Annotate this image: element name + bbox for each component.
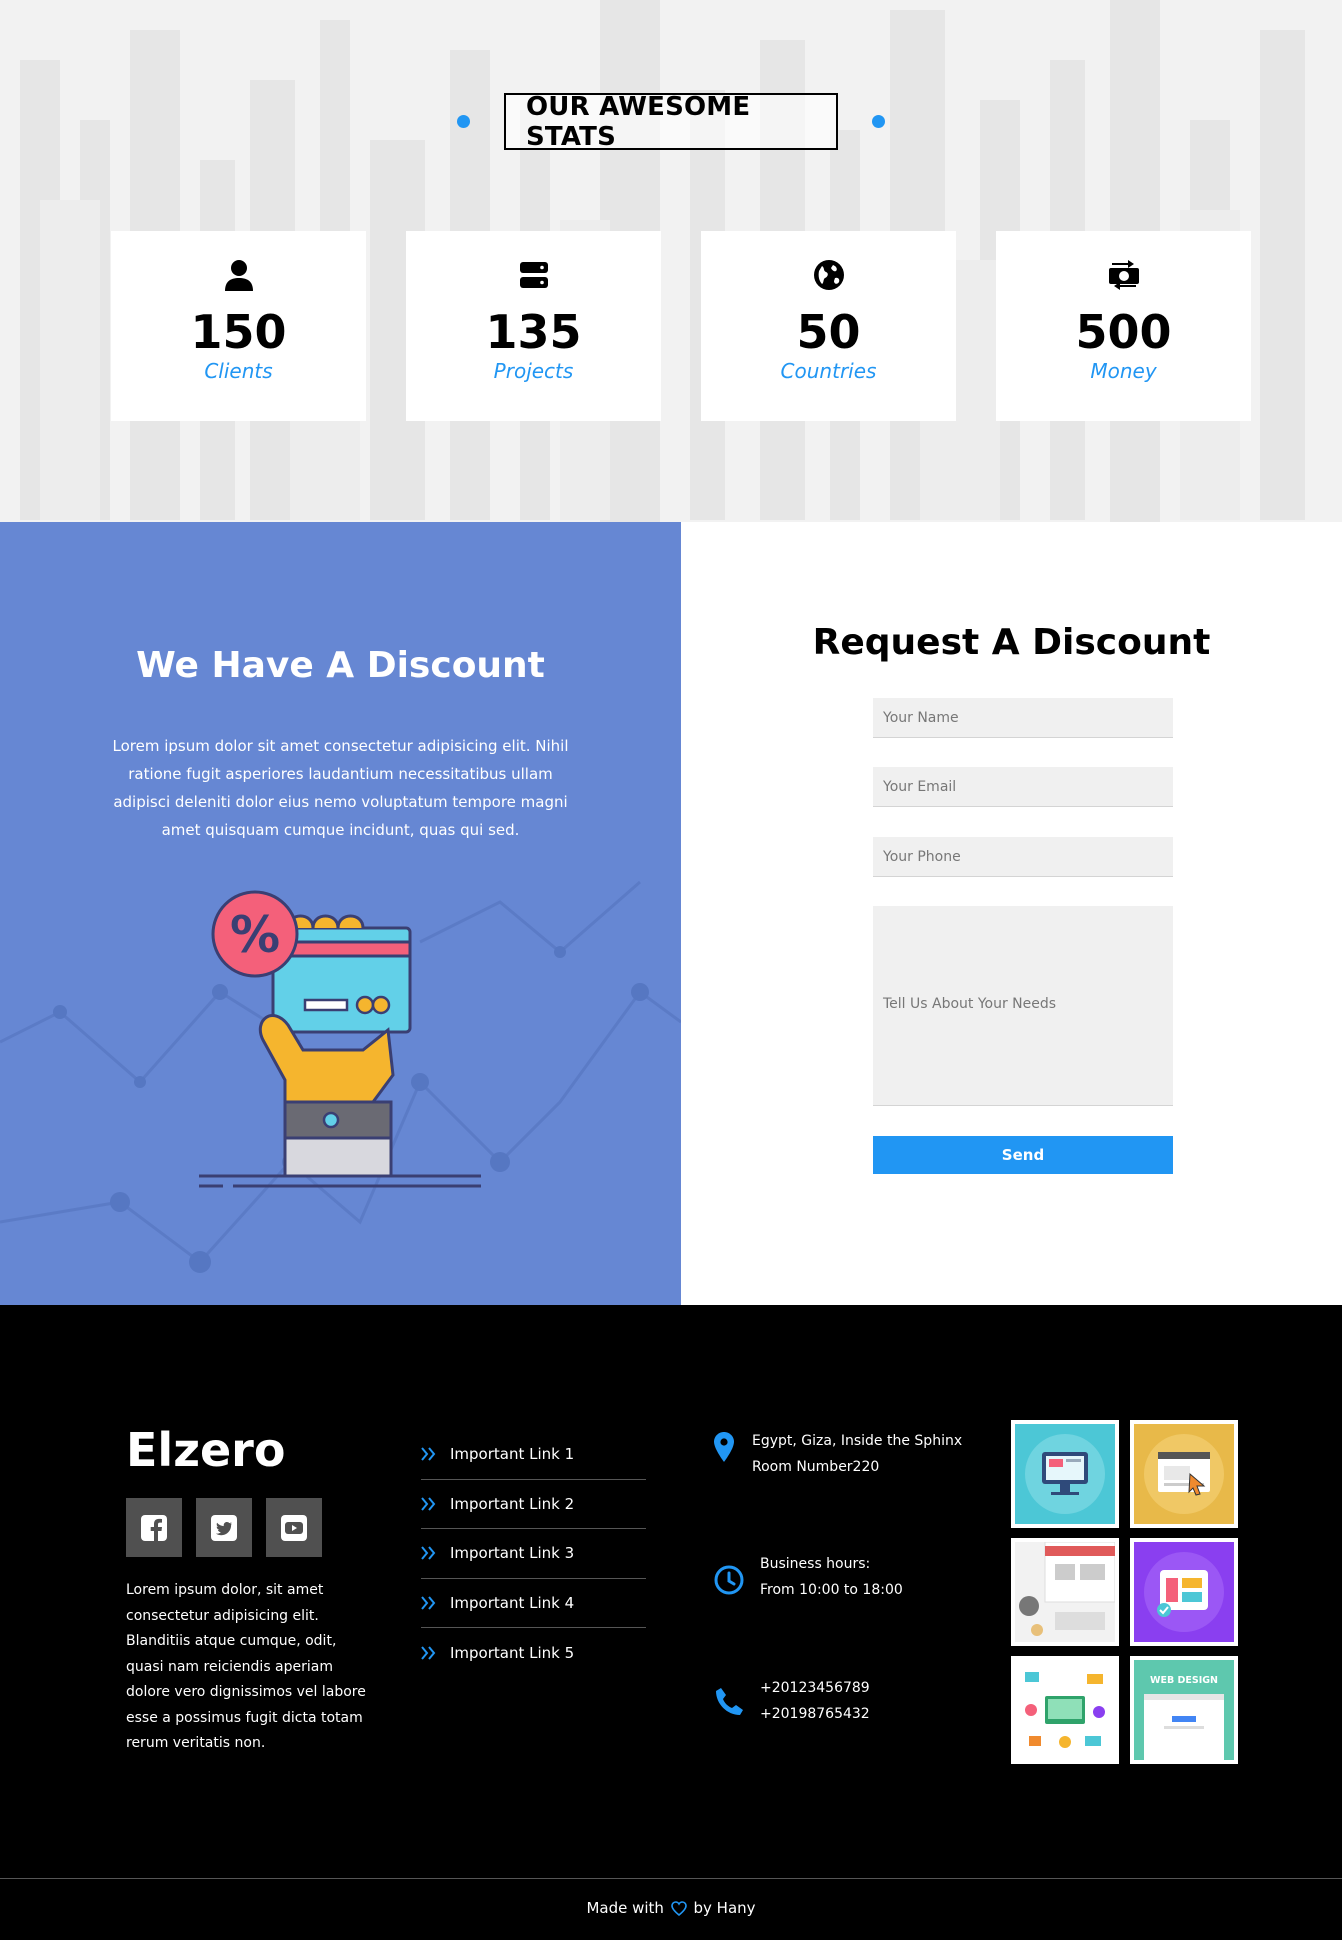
stat-number: 150 bbox=[190, 305, 287, 359]
stat-number: 50 bbox=[796, 305, 861, 359]
heading-dot-left bbox=[457, 115, 470, 128]
hours-value: From 10:00 to 18:00 bbox=[760, 1582, 903, 1598]
heart-icon bbox=[670, 1901, 687, 1916]
stat-card-clients: 150 Clients bbox=[111, 231, 366, 421]
needs-textarea[interactable] bbox=[873, 906, 1173, 1106]
important-link-5[interactable]: Important Link 5 bbox=[421, 1628, 646, 1678]
server-icon bbox=[519, 262, 548, 288]
stats-section: OUR AWESOME STATS 150 Clients 135 Projec… bbox=[0, 0, 1342, 522]
address-line-2: Room Number220 bbox=[752, 1459, 880, 1475]
stat-card-countries: 50 Countries bbox=[701, 231, 956, 421]
contact-address: Egypt, Giza, Inside the Sphinx Room Numb… bbox=[714, 1428, 962, 1480]
gallery-image-6[interactable]: WEB DESIGN bbox=[1130, 1656, 1238, 1764]
web-design-badge-text: WEB DESIGN bbox=[1150, 1675, 1218, 1686]
clock-icon bbox=[714, 1565, 744, 1595]
discount-form-title: Request A Discount bbox=[812, 622, 1211, 663]
name-input[interactable] bbox=[873, 698, 1173, 738]
copyright-bar: Made with by Hany bbox=[0, 1878, 1342, 1940]
link-label: Important Link 1 bbox=[450, 1445, 575, 1464]
stat-card-money: 500 Money bbox=[996, 231, 1251, 421]
twitter-link[interactable] bbox=[196, 1498, 252, 1557]
browser-click-image bbox=[1134, 1424, 1234, 1524]
gallery-image-1[interactable] bbox=[1011, 1420, 1119, 1528]
important-link-1[interactable]: Important Link 1 bbox=[421, 1430, 646, 1480]
phone-icon bbox=[716, 1688, 743, 1715]
stat-number: 135 bbox=[485, 305, 582, 359]
gallery-image-3[interactable] bbox=[1011, 1538, 1119, 1646]
gallery-image-4[interactable] bbox=[1130, 1538, 1238, 1646]
footer-gallery: WEB DESIGN bbox=[1011, 1420, 1238, 1764]
badge-percent-text: % bbox=[230, 906, 280, 964]
facebook-link[interactable] bbox=[126, 1498, 182, 1557]
double-chevron-right-icon bbox=[421, 1497, 436, 1511]
computer-screen-image bbox=[1015, 1424, 1115, 1524]
discount-form-panel: Request A Discount Send bbox=[681, 522, 1342, 1305]
link-label: Important Link 3 bbox=[450, 1544, 575, 1563]
important-links-list: Important Link 1 Important Link 2 Import… bbox=[421, 1430, 646, 1678]
stat-label: Money bbox=[1090, 359, 1157, 383]
discount-heading: We Have A Discount bbox=[136, 645, 545, 686]
phone-input[interactable] bbox=[873, 837, 1173, 877]
gallery-image-2[interactable] bbox=[1130, 1420, 1238, 1528]
footer: Elzero Lorem ipsum dolor, sit amet conse… bbox=[0, 1305, 1342, 1940]
phone-number-1[interactable]: +20123456789 bbox=[760, 1675, 870, 1701]
stats-heading: OUR AWESOME STATS bbox=[0, 92, 1342, 152]
copyright-prefix: Made with bbox=[586, 1899, 664, 1917]
double-chevron-right-icon bbox=[421, 1546, 436, 1560]
phone-number-2[interactable]: +20198765432 bbox=[760, 1701, 870, 1727]
link-label: Important Link 5 bbox=[450, 1643, 575, 1662]
important-link-3[interactable]: Important Link 3 bbox=[421, 1529, 646, 1579]
stats-title: OUR AWESOME STATS bbox=[504, 92, 838, 152]
stat-label: Projects bbox=[493, 359, 574, 383]
double-chevron-right-icon bbox=[421, 1596, 436, 1610]
discount-description: Lorem ipsum dolor sit amet consectetur a… bbox=[112, 737, 569, 839]
digital-marketing-image bbox=[1015, 1660, 1115, 1760]
facebook-icon bbox=[141, 1514, 167, 1541]
send-button[interactable]: Send bbox=[873, 1136, 1173, 1174]
double-chevron-right-icon bbox=[421, 1447, 436, 1461]
gallery-image-5[interactable] bbox=[1011, 1656, 1119, 1764]
stat-card-projects: 135 Projects bbox=[406, 231, 661, 421]
footer-brand: Elzero bbox=[126, 1423, 286, 1477]
youtube-link[interactable] bbox=[266, 1498, 322, 1557]
contact-hours: Business hours: From 10:00 to 18:00 bbox=[714, 1551, 903, 1603]
money-exchange-icon bbox=[1108, 260, 1139, 290]
social-links bbox=[126, 1498, 322, 1557]
address-line-1: Egypt, Giza, Inside the Sphinx bbox=[752, 1433, 963, 1449]
link-label: Important Link 4 bbox=[450, 1593, 575, 1612]
important-link-4[interactable]: Important Link 4 bbox=[421, 1579, 646, 1628]
link-label: Important Link 2 bbox=[450, 1494, 575, 1513]
desk-workspace-image bbox=[1015, 1542, 1115, 1642]
hours-label: Business hours: bbox=[760, 1556, 871, 1572]
stat-label: Clients bbox=[204, 359, 273, 383]
youtube-icon bbox=[281, 1514, 307, 1541]
twitter-icon bbox=[211, 1514, 237, 1541]
email-input[interactable] bbox=[873, 767, 1173, 807]
user-icon bbox=[224, 260, 253, 291]
important-link-2[interactable]: Important Link 2 bbox=[421, 1480, 646, 1529]
discount-hand-card-illustration: % bbox=[199, 890, 481, 1188]
double-chevron-right-icon bbox=[421, 1646, 436, 1660]
contact-phones: +20123456789 +20198765432 bbox=[714, 1675, 870, 1727]
heading-dot-right bbox=[872, 115, 885, 128]
globe-icon bbox=[813, 260, 844, 290]
web-design-image: WEB DESIGN bbox=[1134, 1660, 1234, 1760]
location-pin-icon bbox=[714, 1432, 734, 1462]
stat-number: 500 bbox=[1075, 305, 1172, 359]
footer-about-text: Lorem ipsum dolor, sit amet consectetur … bbox=[126, 1582, 366, 1751]
copyright-author: by Hany bbox=[693, 1899, 756, 1917]
ui-design-image bbox=[1134, 1542, 1234, 1642]
stat-label: Countries bbox=[780, 359, 877, 383]
discount-info-panel: We Have A Discount Lorem ipsum dolor sit… bbox=[0, 522, 681, 1305]
